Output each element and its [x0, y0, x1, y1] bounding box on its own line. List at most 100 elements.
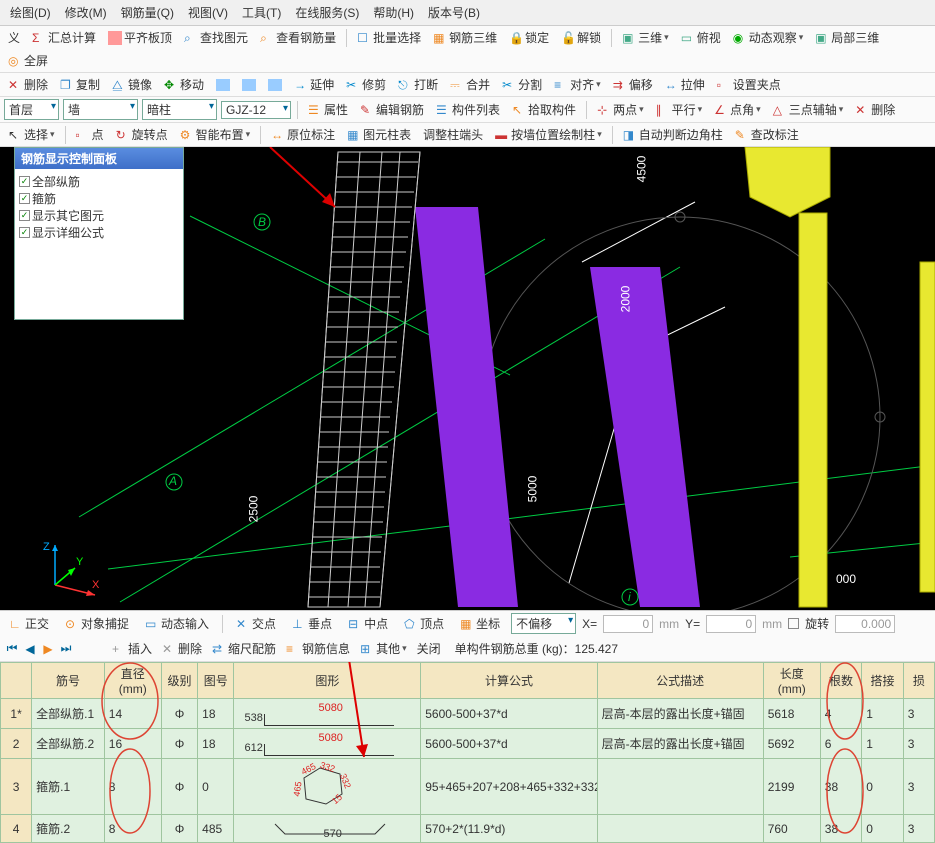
btn-sum[interactable]: Σ汇总计算	[28, 28, 100, 47]
cell[interactable]: 箍筋.1	[32, 759, 105, 815]
nav-last[interactable]: ⏭	[58, 641, 74, 657]
btn-edit-dim[interactable]: ✎查改标注	[731, 125, 803, 144]
rotate-checkbox[interactable]	[788, 618, 799, 629]
header-cell[interactable]: 公式描述	[597, 663, 763, 699]
panel-item[interactable]: ✓显示详细公式	[19, 224, 179, 241]
btn-split[interactable]: ✂分割	[498, 75, 546, 94]
nav-first[interactable]: ⏮	[4, 641, 20, 657]
cell[interactable]: 38	[820, 815, 862, 843]
menu-item[interactable]: 钢筋量(Q)	[115, 2, 180, 23]
cell[interactable]: 5692	[763, 729, 820, 759]
cell[interactable]: 0	[862, 759, 904, 815]
btn-other[interactable]: ⊞其他	[356, 639, 411, 658]
cell[interactable]	[597, 759, 763, 815]
header-cell[interactable]: 级别	[161, 663, 197, 699]
y-input[interactable]: 0	[706, 615, 756, 633]
category-select[interactable]: 墙	[63, 99, 138, 120]
btn-rotpt[interactable]: ↻旋转点	[112, 125, 172, 144]
header-cell[interactable]: 计算公式	[421, 663, 597, 699]
table-row[interactable]: 1* 全部纵筋.1 14 Φ 18 538 5080 5600-500+37*d…	[1, 699, 935, 729]
header-cell[interactable]: 搭接	[862, 663, 904, 699]
btn-batch[interactable]: ☐批量选择	[353, 28, 425, 47]
btn-auto-corner[interactable]: ◨自动判断边角柱	[619, 125, 727, 144]
header-cell[interactable]: 直径(mm)	[104, 663, 161, 699]
cell[interactable]: 5600-500+37*d	[421, 729, 597, 759]
cell[interactable]: 18	[198, 699, 234, 729]
table-row[interactable]: 3 箍筋.1 8 Φ 0 465 465 332 332 15 95+465+2…	[1, 759, 935, 815]
offset-select[interactable]: 不偏移	[511, 613, 576, 634]
cell[interactable]: 5600-500+37*d	[421, 699, 597, 729]
cell[interactable]: 8	[104, 815, 161, 843]
btn-delete[interactable]: ✕删除	[4, 75, 52, 94]
cell[interactable]: 箍筋.2	[32, 815, 105, 843]
menu-item[interactable]: 在线服务(S)	[289, 2, 365, 23]
btn-insert-row[interactable]: +插入	[108, 639, 156, 658]
header-cell[interactable]: 根数	[820, 663, 862, 699]
cell[interactable]: Φ	[161, 729, 197, 759]
cell[interactable]: 2199	[763, 759, 820, 815]
btn-align[interactable]: ≡对齐	[550, 75, 605, 94]
menu-item[interactable]: 工具(T)	[236, 2, 287, 23]
btn-tool[interactable]	[264, 78, 286, 92]
stat-coord[interactable]: ▦坐标	[455, 614, 505, 633]
cell[interactable]: 14	[104, 699, 161, 729]
cell[interactable]: 3	[903, 699, 934, 729]
btn-smart[interactable]: ⚙智能布置	[176, 125, 255, 144]
btn-tool[interactable]	[238, 78, 260, 92]
menu-item[interactable]: 版本号(B)	[422, 2, 486, 23]
cell[interactable]: 1	[862, 699, 904, 729]
btn-merge[interactable]: ⎓合并	[446, 75, 494, 94]
stat-vertex[interactable]: ⬠顶点	[399, 614, 449, 633]
cell[interactable]: 18	[198, 729, 234, 759]
menu-item[interactable]: 绘图(D)	[4, 2, 57, 23]
btn-edit-rebar[interactable]: ✎编辑钢筋	[356, 100, 428, 119]
floor-select[interactable]: 首层	[4, 99, 59, 120]
btn-coltable[interactable]: ▦图元柱表	[343, 125, 415, 144]
cell[interactable]: 1	[862, 729, 904, 759]
cell[interactable]	[597, 815, 763, 843]
btn-adjust[interactable]: 调整柱端头	[419, 125, 487, 144]
btn-stretch[interactable]: ↔拉伸	[661, 75, 709, 94]
btn-mirror[interactable]: ⧋镜像	[108, 75, 156, 94]
btn-pick[interactable]: ↖拾取构件	[508, 100, 580, 119]
btn-unlock[interactable]: 🔓解锁	[557, 28, 605, 47]
cell[interactable]: Φ	[161, 699, 197, 729]
cell[interactable]: Φ	[161, 759, 197, 815]
x-input[interactable]: 0	[603, 615, 653, 633]
btn-find[interactable]: ⌕查找图元	[180, 28, 252, 47]
btn-wallcol[interactable]: ▬按墙位置绘制柱	[491, 125, 606, 144]
panel-item[interactable]: ✓箍筋	[19, 190, 179, 207]
header-cell[interactable]: 图形	[234, 663, 421, 699]
cell[interactable]: 16	[104, 729, 161, 759]
stat-perp[interactable]: ⊥垂点	[287, 614, 337, 633]
btn-orbit[interactable]: ◉动态观察	[729, 28, 808, 47]
btn-copy[interactable]: ❐复制	[56, 75, 104, 94]
cell[interactable]: 8	[104, 759, 161, 815]
stat-osnap[interactable]: ⊙对象捕捉	[60, 614, 134, 633]
btn-scale-rebar[interactable]: ⇄缩尺配筋	[208, 639, 280, 658]
cell[interactable]: 层高-本层的露出长度+锚固	[597, 699, 763, 729]
menu-item[interactable]: 帮助(H)	[367, 2, 420, 23]
btn-3pt[interactable]: △三点辅轴	[769, 100, 848, 119]
menu-item[interactable]: 修改(M)	[59, 2, 113, 23]
btn-view-rebar[interactable]: ⌕查看钢筋量	[256, 28, 340, 47]
btn-top[interactable]: ▭俯视	[677, 28, 725, 47]
stat-cross[interactable]: ✕交点	[231, 614, 281, 633]
btn-local3d[interactable]: ▣局部三维	[811, 28, 883, 47]
btn-3d[interactable]: ▣三维	[618, 28, 673, 47]
shape-cell[interactable]: 570	[234, 815, 421, 843]
menu-item[interactable]: 视图(V)	[182, 2, 234, 23]
cell[interactable]: 570+2*(11.9*d)	[421, 815, 597, 843]
cell[interactable]: 3	[903, 815, 934, 843]
header-cell[interactable]: 筋号	[32, 663, 105, 699]
header-cell[interactable]: 图号	[198, 663, 234, 699]
panel-item[interactable]: ✓全部纵筋	[19, 173, 179, 190]
code-select[interactable]: GJZ-12	[221, 101, 291, 119]
btn-grip[interactable]: ▫设置夹点	[713, 75, 785, 94]
cell[interactable]: 4	[820, 699, 862, 729]
shape-cell[interactable]: 612 5080	[234, 729, 421, 759]
btn-level[interactable]: 平齐板顶	[104, 28, 176, 47]
btn-ptangle[interactable]: ∠点角	[710, 100, 765, 119]
cell[interactable]: 全部纵筋.1	[32, 699, 105, 729]
cell[interactable]: Φ	[161, 815, 197, 843]
